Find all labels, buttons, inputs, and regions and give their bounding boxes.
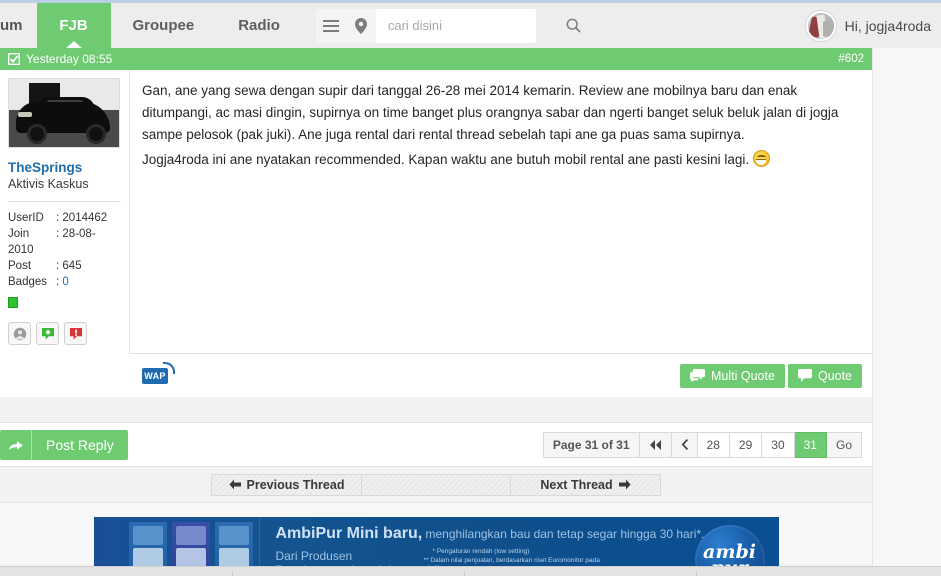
post-header: Yesterday 08:55 #602 (0, 48, 872, 70)
stat-sep: : (56, 260, 60, 272)
ad-headline-bold: AmbiPur Mini baru, (275, 525, 423, 542)
author-avatar-image[interactable] (8, 78, 120, 148)
pagination-page-28[interactable]: 28 (697, 431, 730, 458)
checkbox-checked-icon[interactable] (8, 53, 20, 65)
previous-thread-button[interactable]: Previous Thread (212, 474, 362, 495)
grinning-face-emoticon (752, 150, 770, 167)
search-field-wrapper (375, 8, 581, 43)
nav-tab-groupee[interactable]: Groupee (111, 3, 217, 48)
arrow-left-icon (229, 479, 241, 490)
stat-sep: : (56, 212, 60, 224)
online-status-indicator (8, 297, 18, 308)
post-body: TheSprings Aktivis Kaskus UserID: 201446… (0, 70, 872, 353)
author-stats: UserID: 2014462 Join: 28-08-2010 Post: 6… (8, 210, 121, 290)
nav-tab-label: um (0, 17, 23, 34)
post-paragraph-1: Gan, ane yang sewa dengan supir dari tan… (142, 83, 839, 142)
pagination-page-31[interactable]: 31 (794, 431, 827, 458)
reputation-up-icon[interactable] (36, 322, 59, 345)
ad-headline: AmbiPur Mini baru, menghilangkan bau dan… (276, 525, 705, 543)
right-gutter (872, 48, 941, 566)
post-content: Gan, ane yang sewa dengan supir dari tan… (130, 70, 872, 353)
nav-tab-label: FJB (59, 17, 88, 34)
next-thread-label: Next Thread (540, 477, 613, 492)
stat-row: UserID: 2014462 (8, 210, 121, 226)
wap-icon[interactable]: WAP (142, 361, 175, 384)
stat-value: 645 (62, 260, 82, 272)
pagination-page-30[interactable]: 30 (762, 431, 795, 458)
hamburger-icon[interactable] (316, 9, 346, 43)
search-input[interactable] (385, 17, 566, 34)
next-thread-button[interactable]: Next Thread (510, 474, 660, 495)
pagination-go-button[interactable]: Go (826, 431, 862, 458)
first-page-icon[interactable] (639, 431, 672, 458)
thread-action-bar: Post Reply Page 31 of 31 28 29 30 31 Go (0, 422, 872, 466)
report-post-icon[interactable] (64, 322, 87, 345)
post-paragraph-2: Jogja4roda ini ane nyatakan recommended.… (142, 152, 750, 167)
pagination: Page 31 of 31 28 29 30 31 Go (542, 431, 862, 458)
stat-row: Badges: 0 (8, 274, 121, 290)
stat-label: Post (8, 260, 32, 272)
quote-label: Quote (817, 368, 852, 383)
stat-sep: : (56, 228, 60, 240)
previous-page-icon[interactable] (671, 431, 698, 458)
divider (8, 201, 121, 202)
pagination-summary: Page 31 of 31 (542, 431, 640, 458)
reply-arrow-icon (0, 429, 32, 460)
thread-nav-spacer (362, 475, 510, 495)
post-reply-label: Post Reply (46, 436, 114, 453)
previous-thread-label: Previous Thread (246, 477, 345, 492)
quote-button[interactable]: Quote (787, 363, 862, 388)
nav-tab-forum[interactable]: um (0, 3, 37, 48)
search-icon[interactable] (566, 18, 581, 33)
arrow-right-icon (618, 479, 631, 490)
browser-bottom-strip (0, 566, 941, 576)
user-greeting: Hi, jogja4roda (844, 17, 931, 34)
stat-row: Join: 28-08-2010 (8, 226, 121, 258)
multi-quote-label: Multi Quote (711, 368, 775, 383)
user-menu[interactable]: Hi, jogja4roda (805, 10, 941, 41)
post-paragraph-2-wrapper: Jogja4roda ini ane nyatakan recommended.… (142, 149, 854, 171)
post-footer: WAP Multi Quote Quote (130, 353, 872, 397)
post-panel: Yesterday 08:55 #602 TheSprings Aktivis … (0, 48, 872, 397)
stat-row: Post: 645 (8, 258, 121, 274)
author-username[interactable]: TheSprings (8, 160, 121, 175)
post-reply-button[interactable]: Post Reply (0, 429, 128, 460)
advertisement-zone: AmbiPur Mini baru, menghilangkan bau dan… (0, 502, 872, 576)
search-bar (315, 8, 581, 43)
multi-quote-icon (690, 369, 705, 382)
stat-label: UserID (8, 212, 44, 224)
stat-sep: : (56, 276, 60, 288)
nav-tab-fjb[interactable]: FJB (36, 3, 111, 48)
ad-fine-2: ** Dalam nilai penjualan, berdasarkan ri… (423, 557, 600, 564)
post-number[interactable]: #602 (838, 53, 864, 65)
location-pin-icon[interactable] (346, 9, 376, 43)
post-author-sidebar: TheSprings Aktivis Kaskus UserID: 201446… (0, 70, 130, 353)
nav-tab-label: Radio (238, 17, 280, 34)
stat-value: 2014462 (62, 212, 108, 224)
top-navigation-bar: um FJB Groupee Radio cari disini Hi, jog… (0, 0, 941, 48)
author-action-buttons (8, 308, 121, 353)
profile-icon[interactable] (8, 322, 31, 345)
nav-tab-radio[interactable]: Radio (216, 3, 302, 48)
multi-quote-button[interactable]: Multi Quote (680, 363, 785, 388)
post-timestamp: Yesterday 08:55 (26, 52, 113, 66)
stat-label: Join (8, 228, 30, 240)
stat-label: Badges (8, 276, 48, 288)
ad-line-1: Dari Produsen (275, 549, 353, 563)
pagination-page-29[interactable]: 29 (729, 431, 763, 458)
thread-nav-wrapper: Previous Thread Next Thread (211, 473, 661, 496)
page-root: um FJB Groupee Radio cari disini Hi, jog… (0, 0, 941, 576)
nav-tab-label: Groupee (132, 17, 195, 34)
stat-value-badges[interactable]: 0 (62, 276, 68, 288)
avatar[interactable] (805, 10, 836, 41)
post-footer-buttons: Multi Quote Quote (680, 363, 862, 388)
thread-navigation: Previous Thread Next Thread (0, 466, 872, 502)
ad-headline-rest: menghilangkan bau dan tetap segar hingga… (422, 527, 705, 541)
author-rank: Aktivis Kaskus (8, 177, 89, 191)
quote-icon (797, 369, 812, 382)
